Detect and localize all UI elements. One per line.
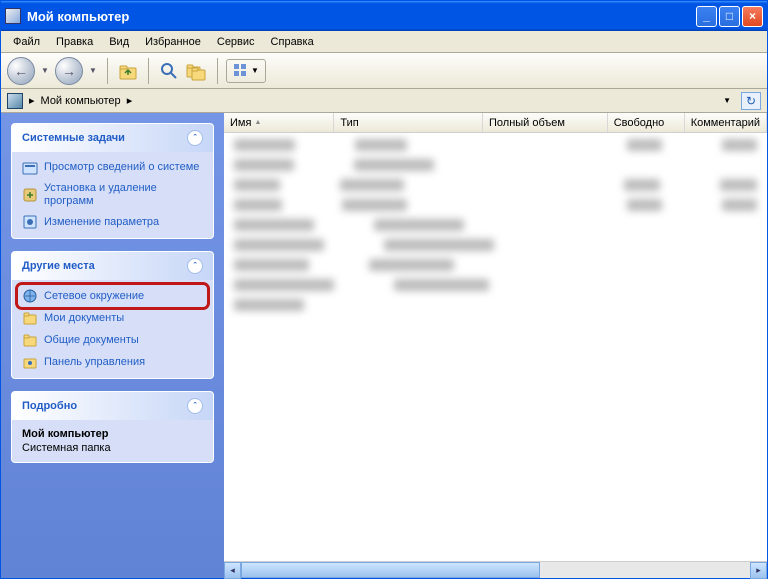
scroll-left-button[interactable]: ◂ [224, 562, 241, 579]
menu-edit[interactable]: Правка [48, 34, 101, 50]
panel-body: Сетевое окружение Мои документы Общие до… [12, 280, 213, 378]
sidebar: Системные задачи ˆ Просмотр сведений о с… [1, 113, 224, 578]
app-icon [5, 8, 21, 24]
column-type[interactable]: Тип [334, 113, 483, 132]
scroll-thumb[interactable] [241, 562, 540, 578]
place-shared-docs[interactable]: Общие документы [22, 332, 203, 348]
panel-header[interactable]: Системные задачи ˆ [12, 124, 213, 152]
close-button[interactable]: × [742, 6, 763, 27]
back-button[interactable]: ← [7, 57, 35, 85]
horizontal-scrollbar[interactable]: ◂ ▸ [224, 561, 767, 578]
address-bar: ▸ Мой компьютер ▸ ▼ ↻ [1, 89, 767, 113]
menu-file[interactable]: Файл [5, 34, 48, 50]
network-icon [22, 288, 38, 304]
forward-dropdown[interactable]: ▼ [87, 57, 99, 85]
panel-system-tasks: Системные задачи ˆ Просмотр сведений о с… [11, 123, 214, 239]
place-label: Мои документы [44, 312, 124, 325]
menubar: Файл Правка Вид Избранное Сервис Справка [1, 31, 767, 53]
separator [107, 58, 108, 84]
panel-header[interactable]: Другие места ˆ [12, 252, 213, 280]
panel-title: Другие места [22, 260, 95, 272]
forward-button[interactable]: → [55, 57, 83, 85]
collapse-icon[interactable]: ˆ [187, 398, 203, 414]
detail-type: Системная папка [22, 442, 203, 454]
panel-title: Подробно [22, 400, 77, 412]
task-label: Просмотр сведений о системе [44, 161, 199, 174]
views-button[interactable]: ▼ [226, 59, 266, 83]
add-remove-icon [22, 187, 38, 203]
column-comment[interactable]: Комментарий [685, 113, 767, 132]
content-pane: Имя▲ Тип Полный объем Свободно Комментар… [224, 113, 767, 578]
column-free[interactable]: Свободно [608, 113, 685, 132]
mydocs-icon [22, 310, 38, 326]
window-title: Мой компьютер [27, 9, 696, 24]
menu-favorites[interactable]: Избранное [137, 34, 209, 50]
task-label: Установка и удаление программ [44, 182, 203, 208]
scroll-track[interactable] [540, 562, 750, 578]
task-change-setting[interactable]: Изменение параметра [22, 214, 203, 230]
address-path[interactable]: Мой компьютер ▸ [41, 94, 714, 107]
back-dropdown[interactable]: ▼ [39, 57, 51, 85]
panel-details: Подробно ˆ Мой компьютер Системная папка [11, 391, 214, 463]
task-add-remove[interactable]: Установка и удаление программ [22, 182, 203, 208]
place-label: Сетевое окружение [44, 290, 144, 303]
task-label: Изменение параметра [44, 216, 159, 229]
titlebar[interactable]: Мой компьютер _ □ × [1, 1, 767, 31]
panel-title: Системные задачи [22, 132, 125, 144]
place-label: Общие документы [44, 334, 139, 347]
panel-other-places: Другие места ˆ Сетевое окружение Мои док… [11, 251, 214, 379]
toolbar: ← ▼ → ▼ ▼ [1, 53, 767, 89]
separator [148, 58, 149, 84]
place-control-panel[interactable]: Панель управления [22, 354, 203, 370]
collapse-icon[interactable]: ˆ [187, 130, 203, 146]
refresh-button[interactable]: ↻ [741, 92, 761, 110]
search-icon[interactable] [157, 59, 181, 83]
maximize-button[interactable]: □ [719, 6, 740, 27]
file-list[interactable] [224, 133, 767, 561]
menu-tools[interactable]: Сервис [209, 34, 263, 50]
body: Системные задачи ˆ Просмотр сведений о с… [1, 113, 767, 578]
place-mydocs[interactable]: Мои документы [22, 310, 203, 326]
collapse-icon[interactable]: ˆ [187, 258, 203, 274]
scroll-right-button[interactable]: ▸ [750, 562, 767, 579]
panel-body: Просмотр сведений о системе Установка и … [12, 152, 213, 238]
panel-body: Мой компьютер Системная папка [12, 420, 213, 462]
explorer-window: Мой компьютер _ □ × Файл Правка Вид Избр… [0, 0, 768, 579]
up-folder-icon[interactable] [116, 59, 140, 83]
menu-help[interactable]: Справка [263, 34, 322, 50]
control-panel-icon [22, 354, 38, 370]
separator [217, 58, 218, 84]
menu-view[interactable]: Вид [101, 34, 137, 50]
task-system-info[interactable]: Просмотр сведений о системе [22, 160, 203, 176]
column-total[interactable]: Полный объем [483, 113, 608, 132]
blurred-content [224, 133, 767, 325]
folders-icon[interactable] [185, 59, 209, 83]
column-headers: Имя▲ Тип Полный объем Свободно Комментар… [224, 113, 767, 133]
settings-icon [22, 214, 38, 230]
info-icon [22, 160, 38, 176]
place-network[interactable]: Сетевое окружение [18, 285, 207, 307]
minimize-button[interactable]: _ [696, 6, 717, 27]
detail-name: Мой компьютер [22, 428, 203, 440]
breadcrumb-sep: ▸ [29, 94, 35, 107]
column-name[interactable]: Имя▲ [224, 113, 334, 132]
sort-asc-icon: ▲ [254, 119, 261, 126]
panel-header[interactable]: Подробно ˆ [12, 392, 213, 420]
shared-docs-icon [22, 332, 38, 348]
chevron-down-icon: ▼ [251, 66, 259, 75]
address-dropdown[interactable]: ▼ [719, 96, 735, 105]
place-label: Панель управления [44, 356, 145, 369]
computer-icon [7, 93, 23, 109]
window-buttons: _ □ × [696, 6, 763, 27]
